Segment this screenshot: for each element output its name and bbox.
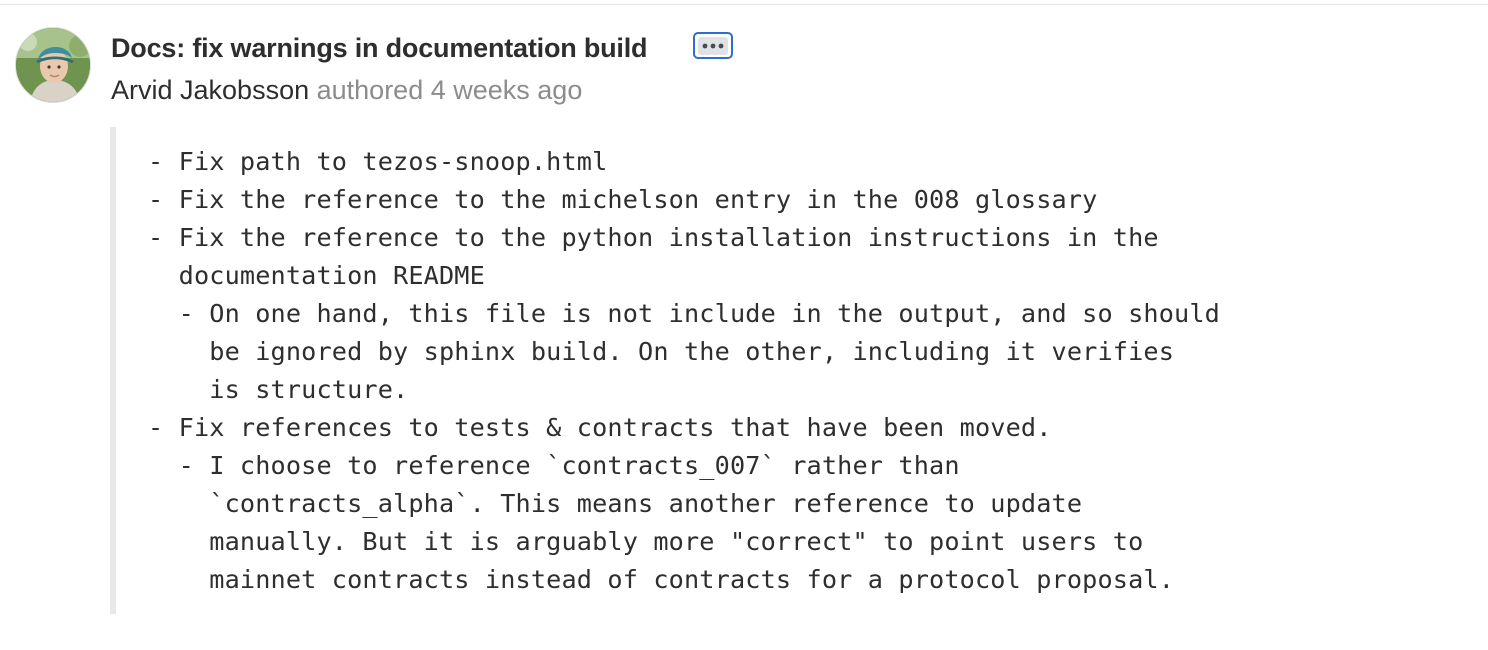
commit-title[interactable]: Docs: fix warnings in documentation buil… (111, 30, 648, 66)
top-divider (0, 4, 1488, 5)
description-line: mainnet contracts instead of contracts f… (148, 565, 1175, 594)
description-line: - Fix the reference to the michelson ent… (148, 185, 1098, 214)
description-line: is structure. (148, 375, 409, 404)
commit-meta: Arvid Jakobsson authored 4 weeks ago (111, 72, 582, 108)
description-line: - I choose to reference `contracts_007` … (148, 451, 960, 480)
commit-time: 4 weeks ago (430, 75, 583, 105)
description-line: - On one hand, this file is not include … (148, 299, 1220, 328)
avatar-image (16, 28, 90, 102)
description-line: - Fix the reference to the python instal… (148, 223, 1159, 252)
description-line: documentation README (148, 261, 485, 290)
authored-label: authored (316, 75, 424, 105)
description-line: - Fix references to tests & contracts th… (148, 413, 1052, 442)
description-line: be ignored by sphinx build. On the other… (148, 337, 1175, 366)
description-line: `contracts_alpha`. This means another re… (148, 489, 1083, 518)
description-quote-bar (110, 127, 116, 614)
author-avatar[interactable] (15, 27, 91, 103)
toggle-description-button[interactable] (693, 32, 733, 59)
description-line: manually. But it is arguably more "corre… (148, 527, 1144, 556)
commit-description: - Fix path to tezos-snoop.html - Fix the… (148, 143, 1220, 599)
description-line: - Fix path to tezos-snoop.html (148, 147, 608, 176)
ellipsis-icon (698, 36, 728, 55)
author-name[interactable]: Arvid Jakobsson (111, 75, 309, 105)
